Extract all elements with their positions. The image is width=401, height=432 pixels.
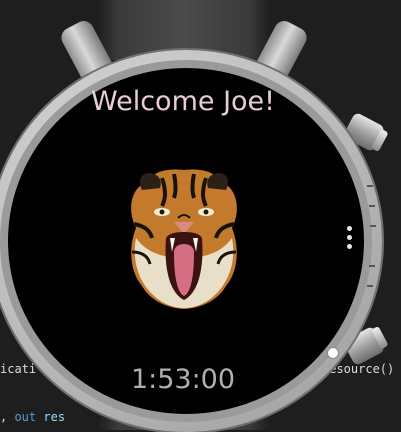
bezel-tick xyxy=(367,285,373,287)
page-indicator-dot xyxy=(327,347,339,359)
tiger-face-image xyxy=(131,169,237,309)
bezel-tick xyxy=(369,205,375,207)
bezel-tick xyxy=(370,225,376,227)
bezel-tick xyxy=(369,265,375,267)
bezel-tick xyxy=(367,185,373,187)
welcome-message: Welcome Joe! xyxy=(90,86,275,117)
more-vertical-icon[interactable] xyxy=(344,226,354,256)
code-text-bottom: , out res xyxy=(0,410,66,424)
clock-time: 1:53:00 xyxy=(130,364,236,395)
